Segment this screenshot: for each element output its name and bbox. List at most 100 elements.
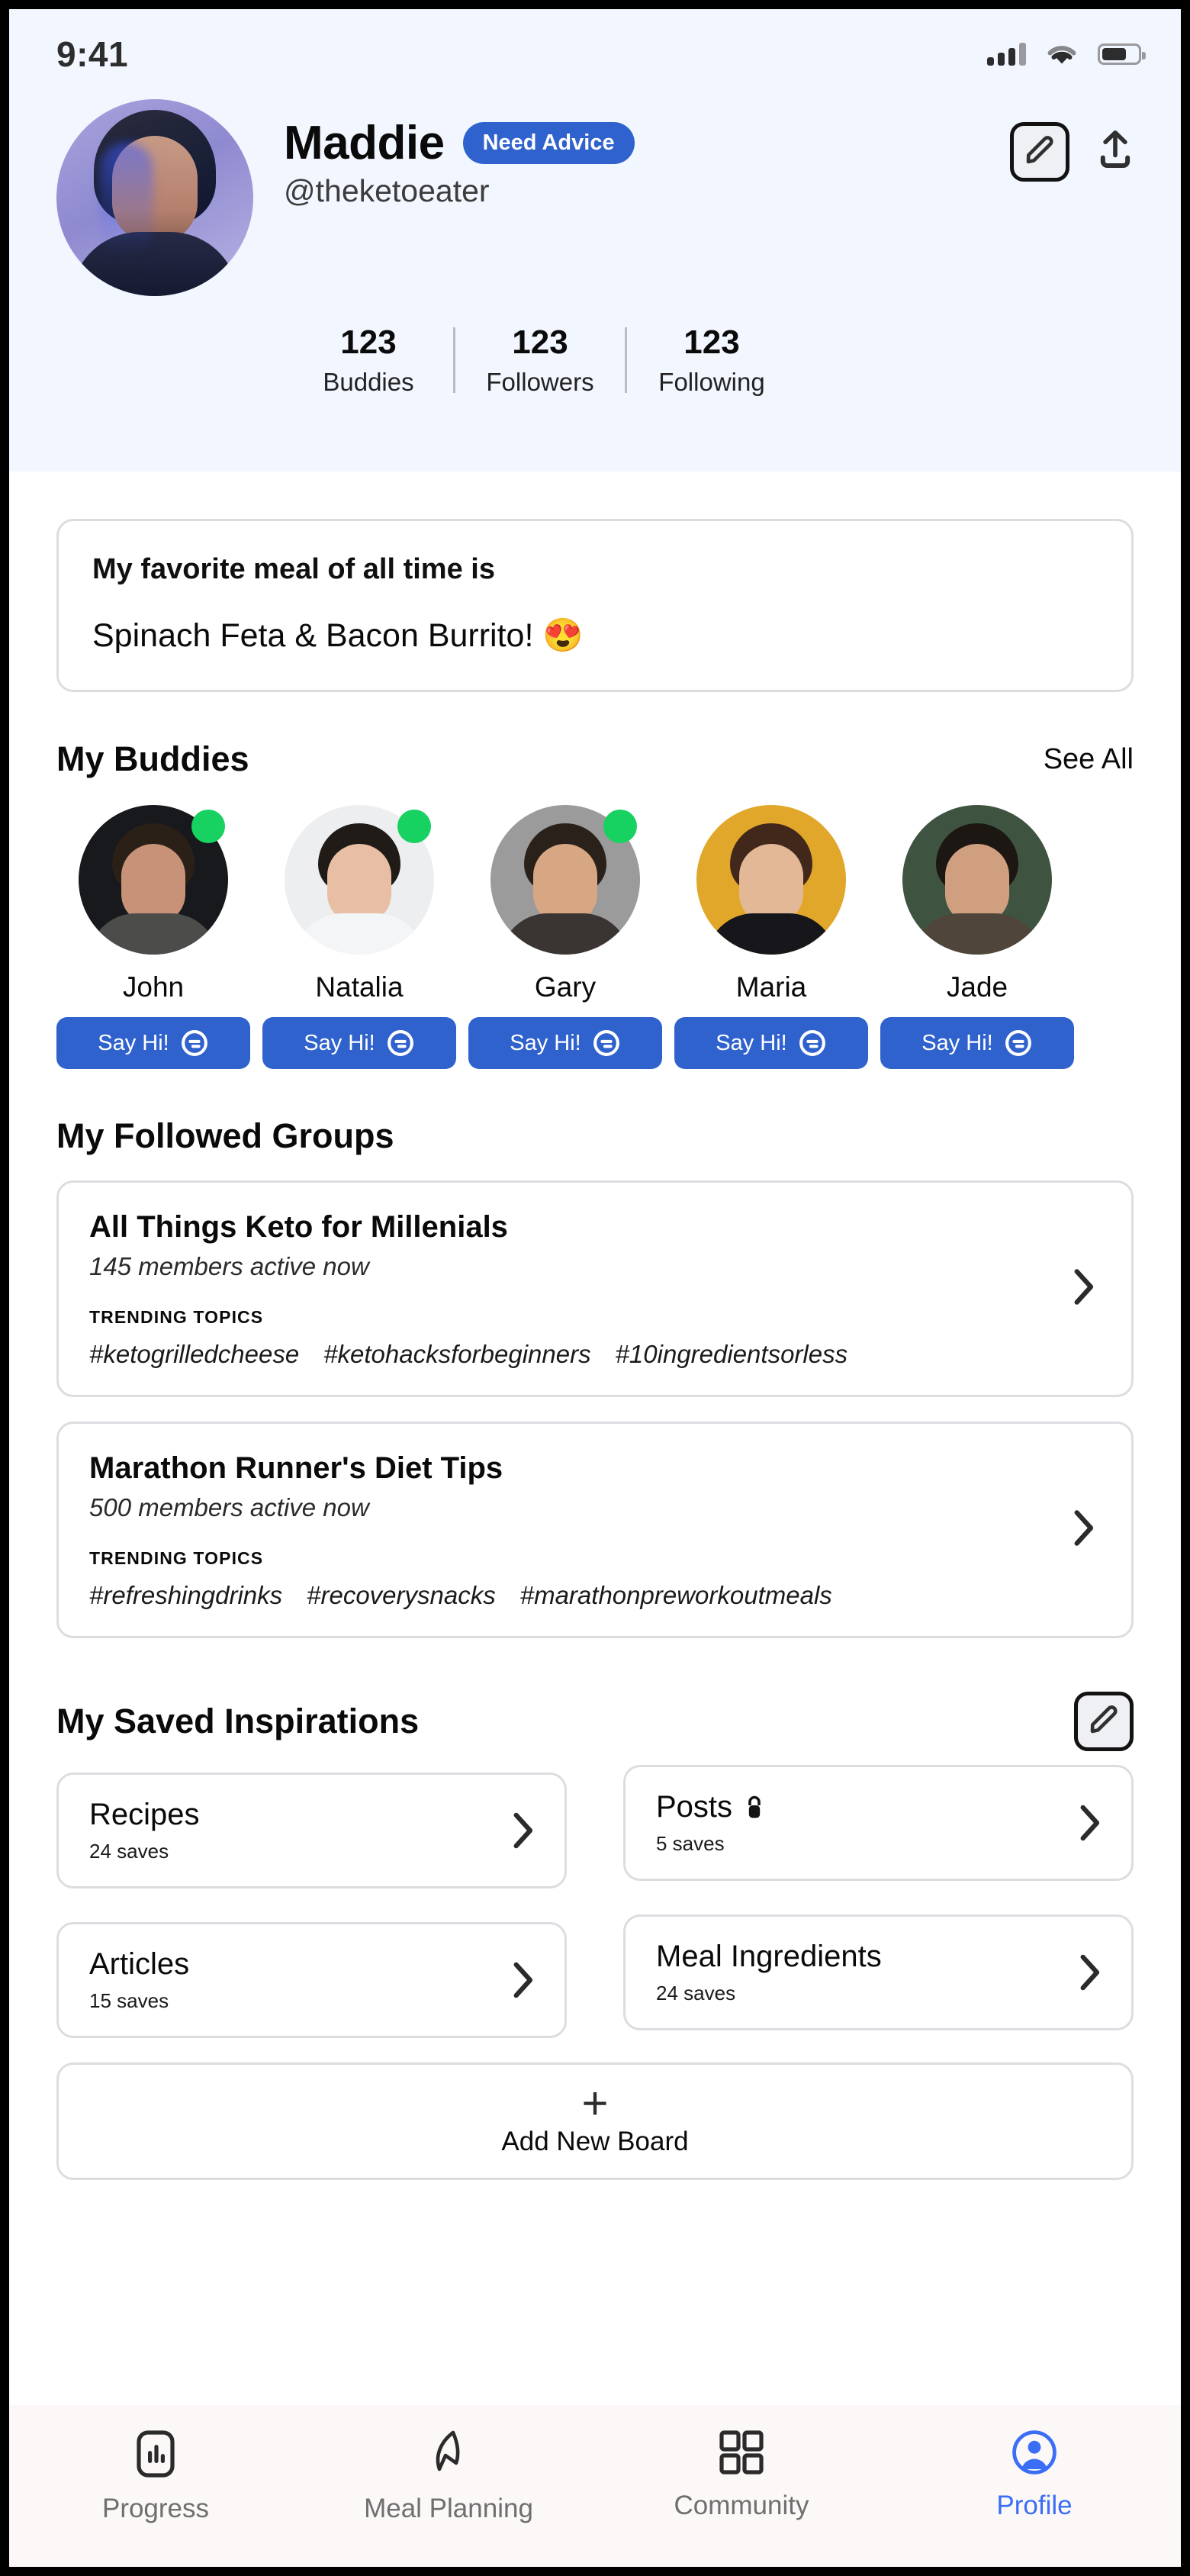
buddy-item[interactable]: Jade Say Hi! [880,805,1074,1069]
stat-value: 123 [340,324,397,361]
hashtag[interactable]: #ketogrilledcheese [89,1340,299,1369]
edit-boards-button[interactable] [1074,1692,1134,1751]
nav-label: Progress [101,2494,210,2523]
chevron-right-icon[interactable] [1072,1802,1105,1844]
bio-prompt: My favorite meal of all time is [92,553,495,585]
online-status-dot [397,810,431,843]
nav-item-profile[interactable]: Profile [888,2429,1181,2521]
group-name: Marathon Runner's Diet Tips [89,1451,503,1485]
group-card[interactable]: Marathon Runner's Diet Tips 500 members … [56,1422,1134,1638]
bio-card[interactable]: My favorite meal of all time is Spinach … [56,519,1134,692]
buddy-name: Natalia [315,971,404,1003]
main-content: My favorite meal of all time is Spinach … [9,519,1181,2180]
chevron-right-icon[interactable] [1066,1507,1099,1554]
groups-list: All Things Keto for Millenials 145 membe… [56,1180,1134,1638]
add-board-label: Add New Board [501,2127,689,2156]
share-profile-button[interactable] [1089,122,1141,182]
say-hi-button[interactable]: Say Hi! [674,1017,868,1069]
hashtag[interactable]: #refreshingdrinks [89,1581,282,1610]
say-hi-label: Say Hi! [510,1030,581,1055]
buddies-title: My Buddies [56,739,249,778]
nav-item-progress[interactable]: Progress [9,2429,302,2524]
stat-label: Followers [486,368,594,396]
board-saves-count: 24 saves [656,1982,736,2004]
chevron-right-icon[interactable] [505,1959,539,2001]
chat-bubble-icon [1004,1029,1033,1058]
group-members: 145 members active now [89,1252,369,1280]
board-card[interactable]: Meal Ingredients 24 saves [623,1914,1134,2030]
chevron-right-icon[interactable] [1066,1266,1099,1312]
nav-label: Community [674,2491,809,2520]
online-status-dot [191,810,225,843]
chevron-right-icon[interactable] [505,1809,539,1852]
status-badge[interactable]: Need Advice [462,122,635,164]
stat-following[interactable]: 123 Following [627,324,796,397]
say-hi-button[interactable]: Say Hi! [880,1017,1074,1069]
hashtag[interactable]: #10ingredientsorless [616,1340,848,1369]
see-all-buddies-link[interactable]: See All [1044,743,1134,776]
buddy-item[interactable]: Gary Say Hi! [468,805,662,1069]
say-hi-button[interactable]: Say Hi! [56,1017,250,1069]
nav-item-community[interactable]: Community [595,2429,888,2521]
stat-value: 123 [683,324,740,361]
board-row: Recipes 24 saves Posts 5 saves [56,1765,1134,1889]
board-name: Posts [656,1790,733,1824]
board-card[interactable]: Articles 15 saves [56,1922,567,2038]
status-icons [987,42,1146,66]
hashtag[interactable]: #marathonpreworkoutmeals [520,1581,832,1610]
buddy-item[interactable]: Natalia Say Hi! [262,805,456,1069]
hashtag[interactable]: #ketohacksforbeginners [323,1340,590,1369]
trending-tags: #ketogrilledcheese #ketohacksforbeginners… [89,1340,1101,1369]
stat-label: Buddies [323,368,414,396]
edit-profile-button[interactable] [1010,122,1069,182]
buddies-list: John Say Hi! Natalia Say Hi! Gary Say Hi… [56,805,1134,1069]
say-hi-label: Say Hi! [98,1030,169,1055]
group-card[interactable]: All Things Keto for Millenials 145 membe… [56,1180,1134,1397]
say-hi-button[interactable]: Say Hi! [262,1017,456,1069]
buddy-item[interactable]: John Say Hi! [56,805,250,1069]
chevron-right-icon [1080,1954,1100,1991]
stat-followers[interactable]: 123 Followers [455,324,625,397]
profile-handle: @theketoeater [284,173,490,208]
board-saves-count: 15 saves [89,1989,169,2012]
cellular-signal-icon [987,43,1026,66]
page-title: Maddie [284,117,445,169]
say-hi-button[interactable]: Say Hi! [468,1017,662,1069]
share-upload-icon [1095,129,1136,175]
stat-buddies[interactable]: 123 Buddies [284,324,453,397]
buddy-avatar-wrap[interactable] [696,805,846,955]
buddy-item[interactable]: Maria Say Hi! [674,805,868,1069]
hashtag[interactable]: #recoverysnacks [307,1581,496,1610]
nav-item-meal-planning[interactable]: Meal Planning [302,2429,595,2524]
board-card[interactable]: Recipes 24 saves [56,1773,567,1889]
board-name: Recipes [89,1798,200,1831]
avatar[interactable] [696,805,846,955]
chevron-right-icon [1074,1269,1094,1305]
profile-stats: 123 Buddies 123 Followers 123 Following [284,324,1141,397]
buddy-avatar-wrap[interactable] [79,805,228,955]
group-members: 500 members active now [89,1493,369,1521]
person-circle-icon [1011,2429,1057,2475]
chevron-right-icon [1080,1805,1100,1841]
buddy-name: John [122,971,185,1003]
board-card[interactable]: Posts 5 saves [623,1765,1134,1881]
buddies-section-header: My Buddies See All [56,739,1134,779]
board-saves-count: 5 saves [656,1832,725,1855]
avatar[interactable] [902,805,1052,955]
buddy-avatar-wrap[interactable] [490,805,640,955]
groups-section-header: My Followed Groups [56,1116,1134,1156]
board-name: Meal Ingredients [656,1940,882,1973]
say-hi-label: Say Hi! [304,1030,375,1055]
leaf-icon [427,2429,470,2478]
buddy-avatar-wrap[interactable] [902,805,1052,955]
group-name: All Things Keto for Millenials [89,1210,508,1244]
chat-bubble-icon [798,1029,827,1058]
add-new-board-button[interactable]: + Add New Board [56,2062,1134,2180]
trending-topics-label: TRENDING TOPICS [89,1307,264,1327]
buddy-avatar-wrap[interactable] [285,805,434,955]
chevron-right-icon[interactable] [1072,1951,1105,1994]
buddy-name: Gary [534,971,597,1003]
avatar[interactable] [56,99,253,296]
stat-value: 123 [512,324,568,361]
bottom-navigation: Progress Meal Planning Community Profile [9,2405,1181,2567]
